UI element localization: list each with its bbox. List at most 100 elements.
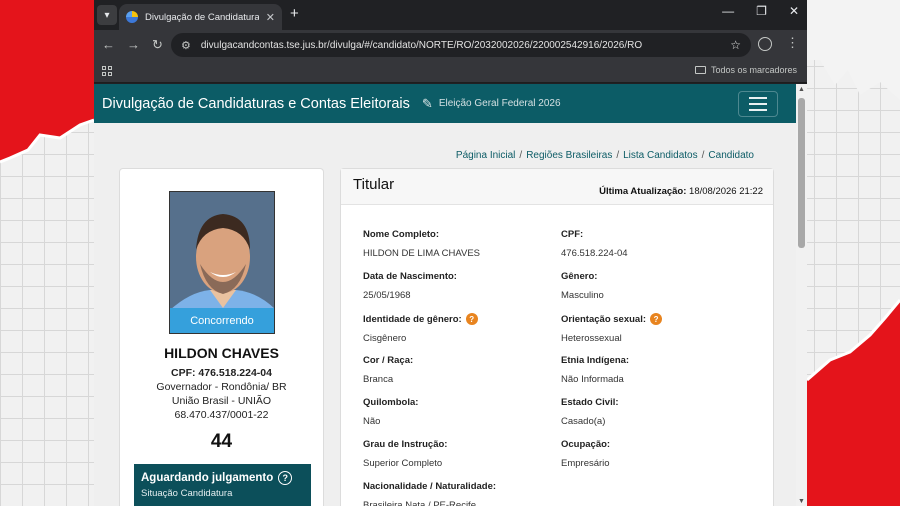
browser-menu-icon[interactable]: ⋮ xyxy=(786,35,799,51)
detail-field-value: Casado(a) xyxy=(561,416,606,427)
judgement-subtitle: Situação Candidatura xyxy=(141,488,233,499)
detail-field-label: Ocupação: xyxy=(561,439,751,450)
window-controls: — ❐ ✕ xyxy=(722,4,799,18)
detail-field-value: Branca xyxy=(363,374,394,385)
detail-field-value: Não xyxy=(363,416,381,427)
judgement-title-text: Aguardando julgamento xyxy=(141,472,274,484)
detail-field: Nome Completo: HILDON DE LIMA CHAVES xyxy=(363,229,553,259)
detail-field: Orientação sexual:? Heterossexual xyxy=(561,313,751,344)
detail-field-value: Masculino xyxy=(561,290,604,301)
detail-field-label-text: Cor / Raça: xyxy=(363,355,414,366)
detail-field-label: Orientação sexual:? xyxy=(561,313,751,325)
detail-field-label-text: Identidade de gênero: xyxy=(363,313,462,325)
detail-field: Estado Civil: Casado(a) xyxy=(561,397,751,427)
back-arrow-icon[interactable]: ← xyxy=(102,37,115,52)
candidate-photo: Concorrendo xyxy=(169,191,275,334)
browser-tab[interactable]: Divulgação de Candidaturas e Contas Elei… xyxy=(119,4,282,30)
detail-field-value: Empresário xyxy=(561,458,610,469)
apps-grid-icon[interactable] xyxy=(102,66,112,76)
detail-field: Identidade de gênero:? Cisgênero xyxy=(363,313,553,344)
candidate-party: União Brasil - UNIÃO xyxy=(171,395,272,407)
page-viewport: Divulgação de Candidaturas e Contas Elei… xyxy=(94,84,796,506)
breadcrumb-home[interactable]: Página Inicial xyxy=(456,150,515,161)
candidate-number: 44 xyxy=(210,431,233,452)
detail-field-value: Heterossexual xyxy=(561,333,622,344)
detail-field-label-text: Nome Completo: xyxy=(363,229,439,240)
detail-field: Grau de Instrução: Superior Completo xyxy=(363,439,553,469)
candidate-cpf: CPF: 476.518.224-04 xyxy=(171,367,272,379)
scroll-up-arrow-icon[interactable]: ▲ xyxy=(798,86,805,93)
detail-field-value: 25/05/1968 xyxy=(363,290,411,301)
details-header: Titular Última Atualização: 18/08/2026 2… xyxy=(341,169,773,205)
last-update-value: 18/08/2026 21:22 xyxy=(689,186,763,197)
bookmark-star-icon[interactable]: ☆ xyxy=(730,38,741,52)
detail-field-label: Grau de Instrução: xyxy=(363,439,553,450)
folder-icon xyxy=(694,66,706,74)
breadcrumb-regions[interactable]: Regiões Brasileiras xyxy=(526,150,612,161)
detail-field-label: Etnia Indígena: xyxy=(561,355,751,366)
candidate-details-card: Titular Última Atualização: 18/08/2026 2… xyxy=(340,168,774,506)
close-tab-icon[interactable]: ✕ xyxy=(266,11,275,24)
detail-field-label: Estado Civil: xyxy=(561,397,751,408)
details-title: Titular xyxy=(353,176,395,193)
detail-field-label-text: Grau de Instrução: xyxy=(363,439,448,450)
last-update-label: Última Atualização: xyxy=(599,186,687,197)
detail-field-label: Quilombola: xyxy=(363,397,553,408)
address-bar[interactable]: ⚙ divulgacandcontas.tse.jus.br/divulga/#… xyxy=(171,33,751,57)
detail-field-label-text: Etnia Indígena: xyxy=(561,355,630,366)
detail-field: Cor / Raça: Branca xyxy=(363,355,553,385)
detail-field-value: Cisgênero xyxy=(363,333,407,344)
app-title[interactable]: Divulgação de Candidaturas e Contas Elei… xyxy=(102,96,410,112)
detail-field-value: Brasileira Nata / PE-Recife xyxy=(363,500,476,506)
browser-toolbar: ← → ↻ ⚙ divulgacandcontas.tse.jus.br/div… xyxy=(94,30,807,60)
breadcrumb-candidate-list[interactable]: Lista Candidatos xyxy=(623,150,698,161)
close-window-icon[interactable]: ✕ xyxy=(789,4,799,18)
profile-icon[interactable] xyxy=(758,37,772,51)
edit-icon: ✎ xyxy=(421,95,433,111)
help-icon[interactable]: ? xyxy=(278,471,293,485)
all-bookmarks-button[interactable]: Todos os marcadores xyxy=(694,65,797,75)
restore-icon[interactable]: ❐ xyxy=(756,4,767,18)
detail-field-label-text: Orientação sexual: xyxy=(561,313,647,325)
detail-field: Gênero: Masculino xyxy=(561,271,751,301)
breadcrumb-candidate: Candidato xyxy=(708,150,754,161)
detail-field-label-text: Quilombola: xyxy=(363,397,419,408)
election-label[interactable]: Eleição Geral Federal 2026 xyxy=(439,98,561,109)
judgement-status-box: Aguardando julgamento ? Situação Candida… xyxy=(134,464,311,506)
detail-field: Etnia Indígena: Não Informada xyxy=(561,355,751,385)
detail-field-value: Superior Completo xyxy=(363,458,443,469)
info-help-icon[interactable]: ? xyxy=(650,313,663,325)
detail-field-label: Nacionalidade / Naturalidade: xyxy=(363,481,553,492)
detail-field-value: HILDON DE LIMA CHAVES xyxy=(363,248,481,259)
detail-field-label: Identidade de gênero:? xyxy=(363,313,553,325)
page-scrollbar[interactable]: ▲ ▼ xyxy=(796,84,807,506)
breadcrumb: Página Inicial / Regiões Brasileiras / Lista… xyxy=(455,150,754,161)
judgement-title: Aguardando julgamento ? xyxy=(141,471,304,485)
detail-field: Nacionalidade / Naturalidade: Brasileira … xyxy=(363,481,553,506)
candidate-name: HILDON CHAVES xyxy=(164,345,279,361)
detail-field: Data de Nascimento: 25/05/1968 xyxy=(363,271,553,301)
tse-favicon-icon xyxy=(126,11,138,23)
hamburger-menu-button[interactable] xyxy=(738,91,778,117)
minimize-icon[interactable]: — xyxy=(722,4,734,18)
url-text[interactable]: divulgacandcontas.tse.jus.br/divulga/#/c… xyxy=(201,40,720,51)
scroll-thumb[interactable] xyxy=(798,98,805,248)
scroll-down-arrow-icon[interactable]: ▼ xyxy=(798,498,805,505)
browser-window: ▾ Divulgação de Candidaturas e Contas El… xyxy=(94,0,807,506)
new-tab-button[interactable]: + xyxy=(290,5,299,22)
candidate-role: Governador - Rondônia/ BR xyxy=(156,381,287,393)
detail-field-value: Não Informada xyxy=(561,374,624,385)
tab-search-button[interactable]: ▾ xyxy=(97,5,117,25)
forward-arrow-icon[interactable]: → xyxy=(127,37,140,52)
all-bookmarks-label: Todos os marcadores xyxy=(710,65,797,75)
detail-field-label: Cor / Raça: xyxy=(363,355,553,366)
info-help-icon[interactable]: ? xyxy=(465,313,478,325)
candidate-summary-card: Concorrendo HILDON CHAVES CPF: 476.518.2… xyxy=(119,168,324,506)
tab-title: Divulgação de Candidaturas e Contas Elei… xyxy=(145,11,259,23)
detail-field-value: 476.518.224-04 xyxy=(561,248,628,259)
reload-icon[interactable]: ↻ xyxy=(152,37,163,53)
site-info-icon[interactable]: ⚙ xyxy=(181,39,191,52)
detail-field-label: Gênero: xyxy=(561,271,751,282)
detail-field: Quilombola: Não xyxy=(363,397,553,427)
tab-strip: ▾ Divulgação de Candidaturas e Contas El… xyxy=(94,0,807,30)
